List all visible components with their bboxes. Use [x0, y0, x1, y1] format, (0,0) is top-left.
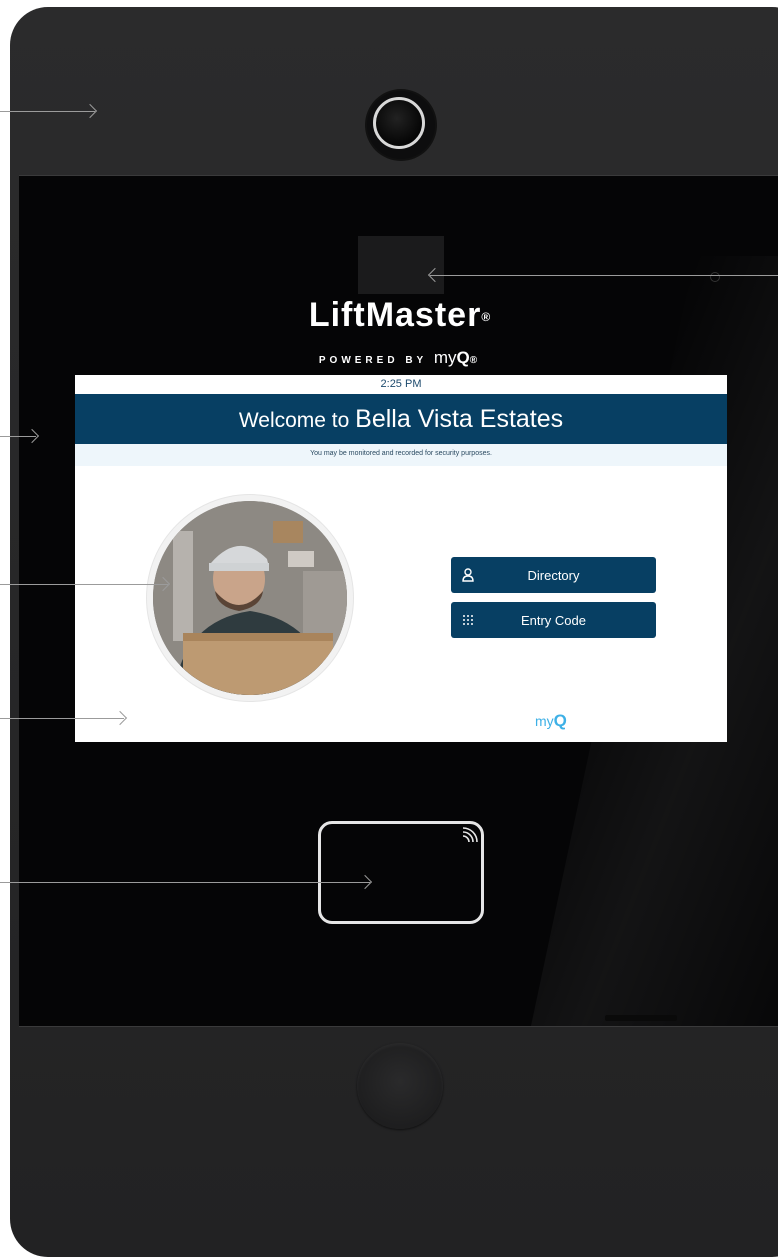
person-icon	[451, 568, 485, 582]
directory-button[interactable]: Directory	[451, 557, 656, 593]
entry-code-button-label: Entry Code	[520, 612, 587, 628]
callout-line-reader	[0, 882, 370, 883]
touch-screen: 2:25 PM Welcome to Bella Vista Estates Y…	[75, 375, 727, 742]
callout-line-footer	[0, 718, 124, 719]
call-button[interactable]	[357, 1043, 443, 1129]
bezel-slot	[605, 1015, 677, 1021]
ambient-light-sensor	[710, 272, 720, 282]
powered-by-myq: POWERED BY myQ®	[318, 348, 482, 367]
camera-lens	[367, 91, 435, 159]
nfc-wifi-icon	[462, 827, 478, 843]
community-name: Bella Vista Estates	[355, 405, 564, 433]
clock: 2:25 PM	[380, 378, 422, 390]
directory-button-label: Directory	[527, 567, 580, 583]
delivery-person-photo	[153, 501, 347, 695]
callout-line-sensor	[430, 275, 778, 276]
security-notice: You may be monitored and recorded for se…	[75, 444, 727, 466]
camera-ring	[373, 97, 425, 149]
entry-code-button[interactable]: Entry Code	[451, 602, 656, 638]
nfc-card-reader[interactable]	[318, 821, 484, 924]
welcome-prefix: Welcome to	[238, 409, 350, 432]
liftmaster-logo: LiftMaster®	[308, 296, 492, 334]
myq-footer-logo: myQ	[535, 711, 567, 730]
proximity-sensor	[358, 236, 444, 294]
visitor-photo-frame	[147, 495, 353, 701]
myq-logo: myQ	[433, 348, 470, 367]
welcome-banner: Welcome to Bella Vista Estates	[75, 394, 727, 444]
keypad-icon	[451, 614, 485, 626]
callout-line-camera	[0, 111, 95, 112]
callout-line-photo	[0, 584, 168, 585]
